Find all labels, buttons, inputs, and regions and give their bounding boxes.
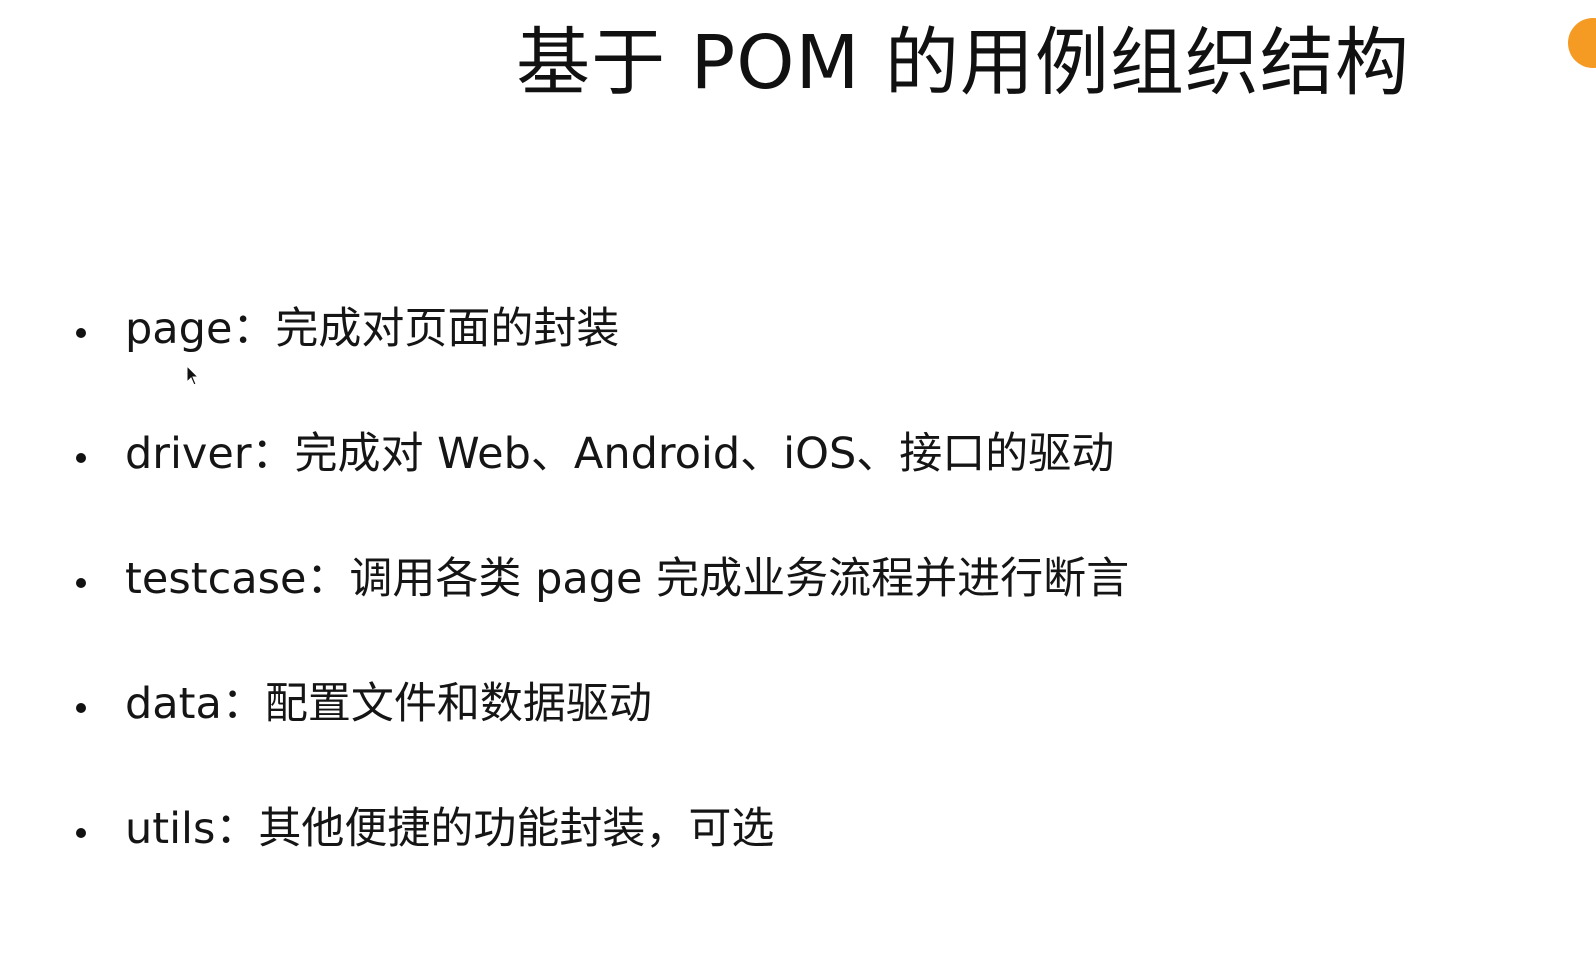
- bullet-dot-icon: [76, 578, 86, 588]
- mouse-cursor-icon: [186, 365, 198, 386]
- bullet-text: page：完成对页面的封装: [125, 304, 620, 354]
- bullet-text: testcase：调用各类 page 完成业务流程并进行断言: [125, 554, 1130, 604]
- bullet-text: data：配置文件和数据驱动: [125, 679, 652, 729]
- bullet-text: utils：其他便捷的功能封装，可选: [125, 804, 775, 854]
- bullet-text: driver：完成对 Web、Android、iOS、接口的驱动: [125, 429, 1115, 479]
- slide-title: 基于 POM 的用例组织结构: [516, 20, 1410, 106]
- bullet-dot-icon: [76, 703, 86, 713]
- bullet-dot-icon: [76, 328, 86, 338]
- bullet-dot-icon: [76, 453, 86, 463]
- bullet-dot-icon: [76, 828, 86, 838]
